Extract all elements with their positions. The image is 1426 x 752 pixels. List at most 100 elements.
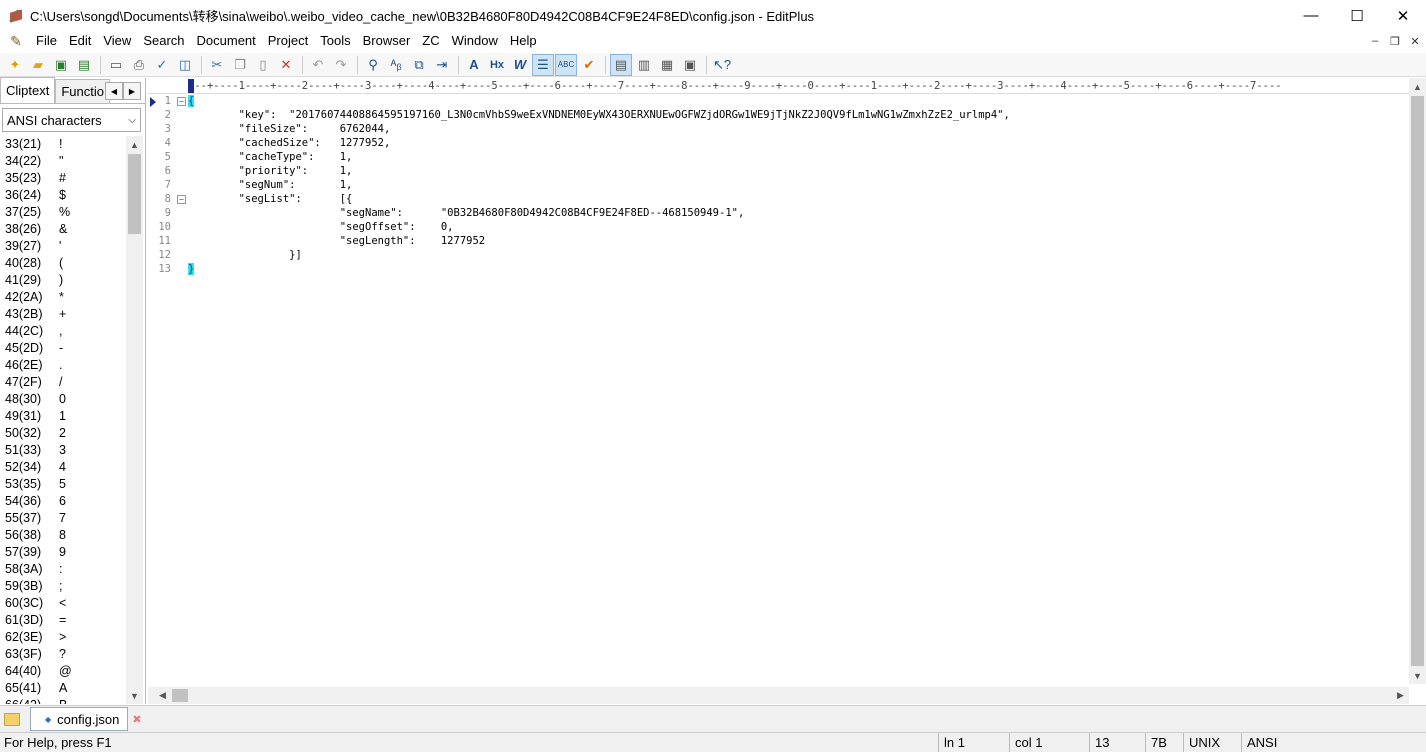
delete-icon[interactable]: ✕ (275, 54, 297, 76)
char-list-item[interactable]: 64(40) @ (0, 663, 126, 680)
output-icon[interactable]: ▦ (656, 54, 678, 76)
code-line[interactable]: "cacheType": 1, (188, 150, 1408, 164)
menu-browser[interactable]: Browser (357, 31, 417, 51)
char-list-item[interactable]: 59(3B); (0, 578, 126, 595)
editor-vertical-scrollbar[interactable]: ▲ ▼ (1409, 78, 1426, 684)
new-icon[interactable]: ✦ (4, 54, 26, 76)
folder-icon[interactable] (4, 712, 20, 726)
replace-icon[interactable]: ᴬᵦ (385, 54, 407, 76)
scroll-up-icon[interactable]: ▲ (1409, 78, 1426, 95)
menu-document[interactable]: Document (191, 31, 262, 51)
char-list-item[interactable]: 36(24) $ (0, 187, 126, 204)
char-list-item[interactable]: 41(29)) (0, 272, 126, 289)
char-list-item[interactable]: 61(3D) = (0, 612, 126, 629)
scroll-down-icon[interactable]: ▼ (126, 687, 143, 704)
save-icon[interactable]: ▣ (50, 54, 72, 76)
char-list-item[interactable]: 65(41) A (0, 680, 126, 697)
char-list-item[interactable]: 55(37) 7 (0, 510, 126, 527)
cliptext-icon[interactable]: ▤ (610, 53, 632, 76)
doc-restore-icon[interactable]: ❐ (1388, 35, 1402, 48)
scroll-down-icon[interactable]: ▼ (1409, 667, 1426, 684)
spell-check-icon[interactable]: ✓ (151, 54, 173, 76)
print-preview-icon[interactable]: ▭ (105, 54, 127, 76)
find-in-files-icon[interactable]: ⧉ (408, 54, 430, 76)
char-list-item[interactable]: 43(2B) + (0, 306, 126, 323)
code-line[interactable]: "segNum": 1, (188, 178, 1408, 192)
document-menu-icon[interactable]: ✎ (8, 33, 24, 49)
scroll-thumb[interactable] (172, 689, 188, 702)
code-line[interactable]: "cachedSize": 1277952, (188, 136, 1408, 150)
redo-icon[interactable]: ↷ (330, 54, 352, 76)
char-list-item[interactable]: 44(2C), (0, 323, 126, 340)
word-wrap-icon[interactable]: W (509, 54, 531, 76)
editor-horizontal-scrollbar[interactable]: ◀ ▶ (148, 687, 1409, 704)
save-all-icon[interactable]: ▤ (73, 54, 95, 76)
scroll-up-icon[interactable]: ▲ (126, 136, 143, 153)
char-list-item[interactable]: 33(21)! (0, 136, 126, 153)
menu-tools[interactable]: Tools (314, 31, 356, 51)
char-list-item[interactable]: 34(22) " (0, 153, 126, 170)
fold-toggle-icon[interactable]: − (177, 97, 186, 106)
find-icon[interactable]: ⚲ (362, 54, 384, 76)
font-icon[interactable]: A (463, 54, 485, 76)
undo-icon[interactable]: ↶ (307, 54, 329, 76)
char-list-item[interactable]: 56(38) 8 (0, 527, 126, 544)
scroll-right-icon[interactable]: ▶ (1392, 687, 1409, 704)
paste-icon[interactable]: ▯ (252, 54, 274, 76)
code-line[interactable]: } (188, 262, 1408, 276)
tab-prev-icon[interactable]: ◀ (105, 82, 123, 100)
char-list-item[interactable]: 66(42)B (0, 697, 126, 704)
print-icon[interactable]: ⎙ (128, 54, 150, 76)
menu-help[interactable]: Help (504, 31, 543, 51)
char-list-item[interactable]: 54(36) 6 (0, 493, 126, 510)
code-line[interactable]: "priority": 1, (188, 164, 1408, 178)
char-list-item[interactable]: 58(3A): (0, 561, 126, 578)
menu-project[interactable]: Project (262, 31, 314, 51)
char-list-item[interactable]: 53(35) 5 (0, 476, 126, 493)
minimize-button[interactable]: — (1288, 0, 1334, 31)
menu-edit[interactable]: Edit (63, 31, 97, 51)
editor-pane[interactable]: ---+----1----+----2----+----3----+----4-… (148, 78, 1426, 704)
menu-zc[interactable]: ZC (416, 31, 445, 51)
char-list-item[interactable]: 38(26) & (0, 221, 126, 238)
menu-view[interactable]: View (97, 31, 137, 51)
char-list-item[interactable]: 39(27) ' (0, 238, 126, 255)
charset-dropdown[interactable]: ANSI characters ⌵ (2, 108, 141, 132)
hex-icon[interactable]: Hx (486, 54, 508, 76)
open-icon[interactable]: ▰ (27, 54, 49, 76)
document-tab[interactable]: ◆ config.json (30, 707, 129, 731)
char-list-item[interactable]: 48(30) 0 (0, 391, 126, 408)
help-icon[interactable]: ↖? (711, 54, 733, 76)
directory-icon[interactable]: ▥ (633, 54, 655, 76)
menu-search[interactable]: Search (137, 31, 190, 51)
char-list-item[interactable]: 45(2D) - (0, 340, 126, 357)
menu-file[interactable]: File (30, 31, 63, 51)
code-line[interactable]: "fileSize": 6762044, (188, 122, 1408, 136)
code-line[interactable]: { (188, 94, 1408, 108)
fullscreen-icon[interactable]: ▣ (679, 54, 701, 76)
code-line[interactable]: "segOffset": 0, (188, 220, 1408, 234)
code-area[interactable]: { "key": "20176074408864595197160_L3N0cm… (188, 94, 1408, 684)
doc-close-icon[interactable]: ✕ (1408, 35, 1422, 48)
code-line[interactable]: "segName": "0B32B4680F80D4942C08B4CF9E24… (188, 206, 1408, 220)
scroll-left-icon[interactable]: ◀ (154, 687, 171, 704)
code-line[interactable]: "segLength": 1277952 (188, 234, 1408, 248)
tab-cliptext[interactable]: Cliptext (0, 77, 56, 103)
code-line[interactable]: }] (188, 248, 1408, 262)
menu-window[interactable]: Window (446, 31, 504, 51)
check-icon[interactable]: ✔ (578, 54, 600, 76)
char-list-item[interactable]: 63(3F)? (0, 646, 126, 663)
char-list-item[interactable]: 52(34) 4 (0, 459, 126, 476)
ruler-icon[interactable]: ABC (555, 53, 577, 76)
tab-next-icon[interactable]: ▶ (123, 82, 141, 100)
close-button[interactable]: ✕ (1380, 0, 1426, 31)
maximize-button[interactable]: ☐ (1334, 0, 1380, 31)
close-tab-icon[interactable]: ✖ (132, 713, 141, 726)
char-list-item[interactable]: 46(2E). (0, 357, 126, 374)
tab-functions[interactable]: Functio (55, 79, 110, 103)
code-line[interactable]: "key": "20176074408864595197160_L3N0cmVh… (188, 108, 1408, 122)
fold-toggle-icon[interactable]: − (177, 195, 186, 204)
line-number-icon[interactable]: ☰ (532, 53, 554, 76)
char-list-item[interactable]: 49(31) 1 (0, 408, 126, 425)
char-list-item[interactable]: 37(25)% (0, 204, 126, 221)
